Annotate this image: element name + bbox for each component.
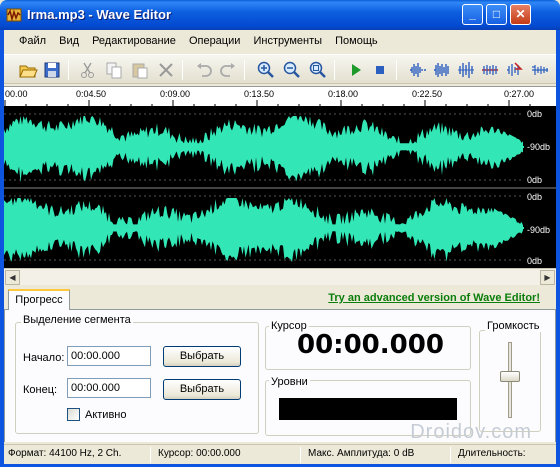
echo-icon[interactable] [480,60,500,80]
maximize-button[interactable]: □ [486,4,507,25]
start-label: Начало: [23,352,65,364]
normalize-icon[interactable] [432,60,452,80]
menu-edit[interactable]: Редактирование [87,30,181,52]
app-icon [6,8,22,22]
ruler-tick-label: 0:13.50 [244,89,275,99]
tab-progress[interactable]: Прогресс [8,289,70,311]
menu-bar: Файл Вид Редактирование Операции Инструм… [4,30,556,52]
amplify-icon[interactable] [456,60,476,80]
scroll-right-icon[interactable]: ▶ [540,270,555,285]
redo-icon[interactable] [218,60,238,80]
waveform-view[interactable]: 0db -90db 0db 0db -90db 0db [4,106,556,268]
menu-view[interactable]: Вид [54,30,84,52]
tab-bar: Прогресс Try an advanced version of Wave… [4,288,556,311]
zoom-fit-icon[interactable] [308,60,328,80]
select-start-button[interactable]: Выбрать [163,346,241,367]
zoom-in-icon[interactable] [256,60,276,80]
cut-icon[interactable] [78,60,98,80]
status-duration: Длительность: [458,448,526,459]
status-separator [300,447,301,463]
status-separator [450,447,451,463]
db-label: 0db [526,256,544,266]
toolbar-separator [68,60,69,80]
fade-icon[interactable] [408,60,428,80]
waveform-channel-2[interactable] [4,198,523,263]
advanced-version-link[interactable]: Try an advanced version of Wave Editor! [328,292,540,304]
scroll-left-icon[interactable]: ◀ [5,270,20,285]
cursor-display: 00:00.000 [297,330,444,360]
ruler-tick-label: 0:18.00 [328,89,359,99]
status-cursor: Курсор: 00:00.000 [158,448,241,459]
db-label: -90db [526,142,552,152]
zoom-out-icon[interactable] [282,60,302,80]
waveform-channel-1[interactable] [4,116,523,183]
paste-icon[interactable] [130,60,150,80]
toolbar [4,54,556,84]
copy-icon[interactable] [104,60,124,80]
reverse-icon[interactable] [504,60,524,80]
watermark: Droidov.com [410,421,532,443]
db-label: 0db [526,109,544,119]
db-label: 0db [526,175,544,185]
toolbar-separator [244,60,245,80]
status-separator [150,447,151,463]
end-input[interactable] [67,378,151,398]
ruler-tick-label: 00.00 [5,89,28,99]
end-label: Конец: [23,384,58,396]
menu-file[interactable]: Файл [14,30,51,52]
status-amplitude: Макс. Амплитуда: 0 dB [308,448,415,459]
ruler-tick-label: 0:04.50 [76,89,107,99]
levels-meter [279,398,457,420]
undo-icon[interactable] [194,60,214,80]
toolbar-separator [182,60,183,80]
time-ruler[interactable]: 00.00 0:04.50 0:09.00 0:13.50 0:18.00 0:… [4,86,556,107]
title-bar: Irma.mp3 - Wave Editor _ □ ✕ [0,0,560,30]
start-input[interactable] [67,346,151,366]
select-end-button[interactable]: Выбрать [163,379,241,400]
menu-help[interactable]: Помощь [330,30,383,52]
silence-icon[interactable] [530,60,550,80]
window-frame-right [556,30,560,467]
waveform-canvas[interactable] [4,106,556,268]
db-label: -90db [526,225,552,235]
window-title: Irma.mp3 - Wave Editor [27,7,171,22]
levels-title: Уровни [269,376,310,388]
delete-icon[interactable] [156,60,176,80]
toolbar-separator [396,60,397,80]
status-bar: Формат: 44100 Hz, 2 Ch. Курсор: 00:00.00… [4,444,556,464]
open-icon[interactable] [18,60,38,80]
minimize-button[interactable]: _ [462,4,483,25]
play-icon[interactable] [346,60,366,80]
close-button[interactable]: ✕ [510,4,531,25]
toolbar-separator [334,60,335,80]
menu-tools[interactable]: Инструменты [248,30,327,52]
status-format: Формат: 44100 Hz, 2 Ch. [8,448,122,459]
active-checkbox[interactable] [67,408,80,421]
active-label: Активно [85,409,127,421]
stop-icon[interactable] [370,60,390,80]
menu-operations[interactable]: Операции [184,30,245,52]
volume-title: Громкость [485,320,542,332]
ruler-tick-label: 0:09.00 [160,89,191,99]
db-label: 0db [526,192,544,202]
segment-selection-title: Выделение сегмента [21,314,133,326]
save-icon[interactable] [42,60,62,80]
volume-slider-thumb[interactable] [500,371,520,383]
ruler-tick-label: 0:27.00 [504,89,535,99]
waveform-scrollbar[interactable]: ◀ ▶ [4,268,556,285]
ruler-tick-label: 0:22.50 [412,89,443,99]
